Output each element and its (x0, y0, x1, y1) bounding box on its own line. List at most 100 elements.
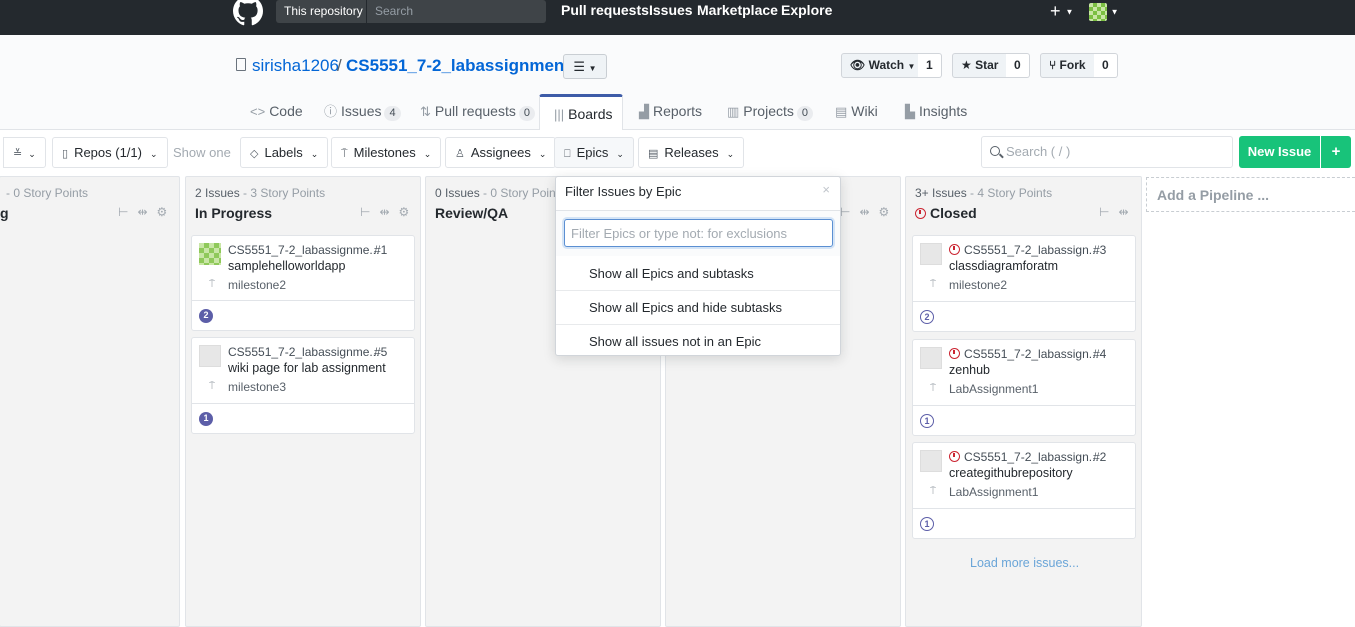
gear-icon[interactable]: ⚙ (879, 205, 899, 219)
list-icon: ☰ (573, 59, 586, 74)
repo-name-link[interactable]: CS5551_7-2_labassignments (346, 56, 579, 76)
tab-code[interactable]: <> Code (247, 93, 306, 130)
nav-issues[interactable]: Issues (649, 2, 693, 18)
pipeline-actions[interactable]: ⊢⇹⚙ (360, 205, 418, 219)
load-more-link[interactable]: Load more issues... (970, 556, 1079, 570)
nav-pull-requests[interactable]: Pull requests (561, 2, 649, 18)
caret-down-icon: ▼ (1065, 7, 1074, 17)
fork-label: Fork (1059, 58, 1086, 72)
repos-filter-button[interactable]: ▯ Repos (1/1) ⌄ (52, 137, 168, 168)
collapse-icon[interactable]: ⊢ (1099, 205, 1118, 219)
board-settings-button[interactable]: ≚ ⌄ (3, 137, 46, 168)
card-title[interactable]: wiki page for lab assignment (228, 361, 386, 375)
new-issue-plus-button[interactable]: + (1321, 136, 1351, 168)
milestone-icon: ⍑ (209, 381, 215, 392)
card-number: #4 (1093, 347, 1107, 361)
pipeline-actions[interactable]: ⊢⇹⚙ (840, 205, 898, 219)
milestone-icon: ⍑ (209, 279, 215, 290)
pipeline-meta: 2 Issues - 3 Story Points (195, 186, 325, 200)
card-title[interactable]: zenhub (949, 363, 990, 377)
person-icon: ♙ (455, 148, 465, 160)
code-icon: <> (250, 104, 266, 119)
card-title[interactable]: classdiagramforatm (949, 259, 1058, 273)
tab-label: Projects (743, 103, 794, 119)
show-one-link[interactable]: Show one (173, 145, 231, 160)
assignees-filter-button[interactable]: ♙ Assignees ⌄ (445, 137, 557, 168)
repo-header: sirisha1206 / CS5551_7-2_labassignments … (0, 35, 1355, 131)
star-count[interactable]: 0 (1006, 53, 1030, 78)
card-title[interactable]: samplehelloworldapp (228, 259, 345, 273)
tab-label: Reports (653, 103, 703, 119)
eye-icon: 👁 (850, 58, 866, 72)
repo-icon: ▯ (62, 148, 69, 160)
create-new-menu[interactable]: + ▼ (1050, 2, 1073, 21)
epic-option-not-in-epic[interactable]: Show all issues not in an Epic (556, 324, 840, 358)
issue-card[interactable]: CS5551_7-2_labassign... #3 classdiagramf… (912, 235, 1136, 332)
pipeline-title: In Progress (195, 205, 273, 221)
epic-option-hide-subtasks[interactable]: Show all Epics and hide subtasks (556, 290, 840, 324)
expand-icon[interactable]: ⇹ (1118, 205, 1137, 219)
card-title[interactable]: creategithubrepository (949, 466, 1073, 480)
tab-boards[interactable]: ||| Boards (539, 94, 623, 131)
card-repo: CS5551_7-2_labassignme... (228, 243, 380, 257)
fork-count[interactable]: 0 (1094, 53, 1118, 78)
issue-card[interactable]: CS5551_7-2_labassign... #2 creategithubr… (912, 442, 1136, 539)
collapse-icon[interactable]: ⊢ (360, 205, 379, 219)
chevron-down-icon: ⌄ (616, 149, 624, 159)
nav-explore[interactable]: Explore (781, 2, 832, 18)
chevron-down-icon: ⌄ (310, 149, 319, 159)
releases-filter-button[interactable]: ▤ Releases ⌄ (638, 137, 745, 168)
tab-count: 0 (518, 106, 535, 121)
pipeline-issue-count: 3+ Issues (915, 186, 967, 200)
chevron-down-icon: ⌄ (726, 149, 735, 159)
plus-icon: + (1050, 1, 1061, 21)
pipeline-actions[interactable]: ⊢⇹ (1099, 205, 1138, 219)
add-pipeline-button[interactable]: Add a Pipeline ... (1146, 177, 1355, 212)
gear-icon[interactable]: ⚙ (157, 205, 177, 219)
tab-label: Issues (341, 103, 382, 119)
new-issue-button[interactable]: New Issue (1239, 136, 1320, 168)
epics-filter-button[interactable]: ⎕ Epics ⌄ (554, 137, 634, 168)
issue-card[interactable]: CS5551_7-2_labassignme... #5 wiki page f… (191, 337, 415, 434)
chevron-down-icon: ⌄ (28, 149, 36, 159)
repo-owner-link[interactable]: sirisha1206 (252, 56, 339, 76)
card-footer: 1 (913, 405, 1135, 435)
issue-card[interactable]: CS5551_7-2_labassignme... #1 samplehello… (191, 235, 415, 331)
issue-card[interactable]: CS5551_7-2_labassign... #4 zenhub ⍑ LabA… (912, 339, 1136, 436)
collapse-icon[interactable]: ⊢ (118, 205, 137, 219)
tab-reports[interactable]: ▟ Reports (636, 93, 705, 130)
pipeline-issue-count: 0 Issues (435, 186, 480, 200)
global-search-input[interactable]: Search (366, 0, 546, 23)
chevron-down-icon: ⌄ (538, 149, 547, 159)
labels-filter-button[interactable]: ◇ Labels ⌄ (240, 137, 329, 168)
avatar (920, 450, 942, 472)
avatar (1089, 3, 1107, 21)
fork-button[interactable]: ⑂ Fork (1040, 53, 1095, 78)
watch-count[interactable]: 1 (918, 53, 942, 78)
expand-icon[interactable]: ⇹ (859, 205, 878, 219)
epic-option-show-all[interactable]: Show all Epics and subtasks (556, 257, 840, 291)
star-button[interactable]: ★ Star (952, 53, 1008, 78)
board-search-input[interactable]: Search ( / ) (981, 136, 1233, 168)
epic-filter-input[interactable] (564, 219, 833, 247)
projects-icon: ▥ (727, 104, 740, 119)
tab-pull-requests[interactable]: ⇅ Pull requests 0 (417, 93, 538, 130)
search-scope-label: This repository (276, 0, 366, 23)
repo-menu-button[interactable]: ☰ ▼ (563, 54, 607, 79)
milestones-filter-button[interactable]: ⍑ Milestones ⌄ (331, 137, 442, 168)
watch-button[interactable]: 👁 Watch ▼ (841, 53, 925, 78)
tab-insights[interactable]: ▙ Insights (902, 93, 970, 130)
tab-projects[interactable]: ▥ Projects 0 (724, 93, 816, 130)
expand-icon[interactable]: ⇹ (137, 205, 156, 219)
tab-issues[interactable]: ⓘ Issues 4 (321, 93, 404, 130)
close-icon[interactable]: × (822, 182, 830, 197)
github-logo-icon[interactable] (233, 0, 263, 26)
nav-marketplace[interactable]: Marketplace (697, 2, 778, 18)
collapse-icon[interactable]: ⊢ (840, 205, 859, 219)
tab-wiki[interactable]: ▤ Wiki (832, 93, 881, 130)
pipeline-actions[interactable]: ⊢⇹⚙ (118, 205, 176, 219)
expand-icon[interactable]: ⇹ (379, 205, 398, 219)
gear-icon[interactable]: ⚙ (399, 205, 419, 219)
tab-label: Boards (568, 106, 613, 122)
user-menu[interactable]: ▼ (1089, 3, 1119, 21)
